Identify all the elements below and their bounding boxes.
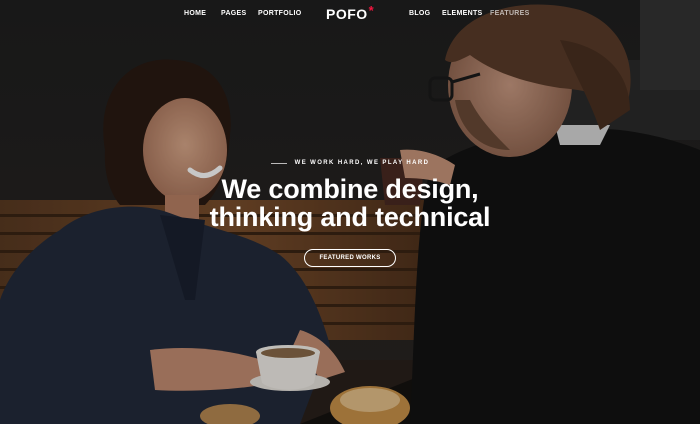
nav-home[interactable]: HOME [184, 10, 206, 17]
hero-headline: We combine design, thinking and technica… [0, 175, 700, 231]
tagline-divider [270, 162, 287, 164]
hero-content: WE WORK HARD, WE PLAY HARD We combine de… [0, 155, 700, 267]
nav-pages[interactable]: PAGES [221, 10, 247, 17]
nav-elements[interactable]: ELEMENTS [442, 10, 483, 17]
hero-section: HOME PAGES PORTFOLIO POFO* BLOG ELEMENTS… [0, 0, 700, 424]
logo-text: POFO [326, 6, 368, 22]
featured-works-button[interactable]: FEATURED WORKS [304, 249, 396, 267]
hero-headline-line-2: thinking and technical [209, 202, 491, 232]
logo[interactable]: POFO* [326, 3, 375, 22]
hero-headline-line-1: We combine design, [221, 174, 479, 204]
nav-features[interactable]: FEATURES [490, 10, 530, 17]
hero-tagline: WE WORK HARD, WE PLAY HARD [294, 160, 430, 166]
nav-portfolio[interactable]: PORTFOLIO [258, 10, 302, 17]
logo-star-icon: * [368, 3, 375, 18]
tagline-row: WE WORK HARD, WE PLAY HARD [0, 155, 700, 171]
nav-blog[interactable]: BLOG [409, 10, 430, 17]
main-navigation: HOME PAGES PORTFOLIO POFO* BLOG ELEMENTS… [0, 0, 700, 30]
